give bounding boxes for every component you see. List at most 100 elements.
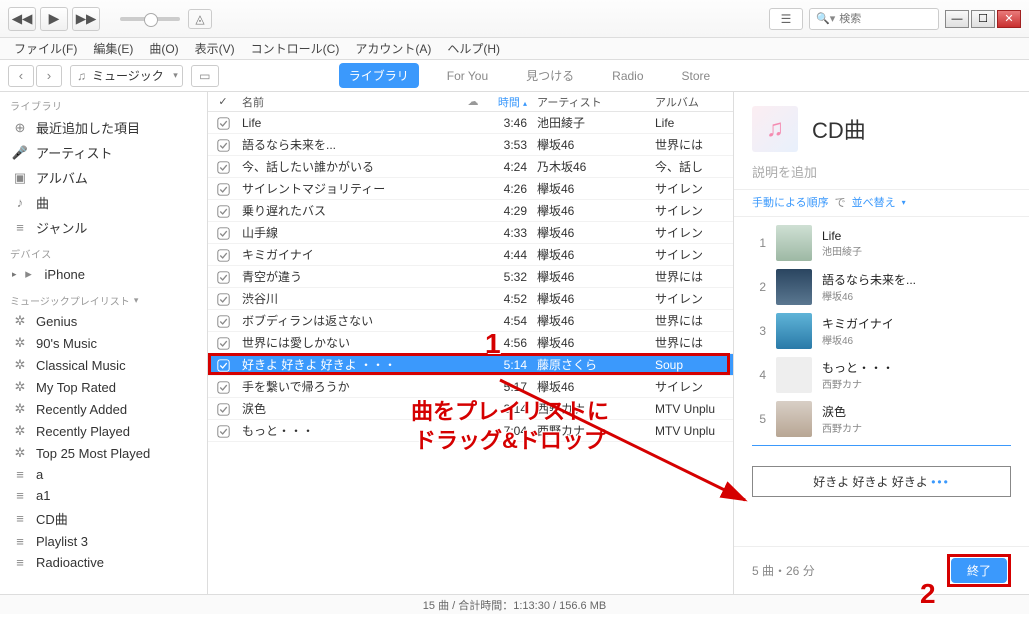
row-check-icon[interactable] bbox=[208, 225, 238, 239]
table-row[interactable]: 語るなら未来を...3:53欅坂46世界には bbox=[208, 134, 733, 156]
playlist-title[interactable]: CD曲 bbox=[812, 113, 866, 145]
album-thumb bbox=[776, 269, 812, 305]
table-row[interactable]: 乗り遅れたバス4:29欅坂46サイレン bbox=[208, 200, 733, 222]
sidebar-item[interactable]: ≡ジャンル bbox=[0, 215, 207, 240]
playlist-row[interactable]: 3キミガイナイ欅坂46 bbox=[734, 309, 1029, 353]
sidebar-item[interactable]: ✲My Top Rated bbox=[0, 376, 207, 398]
close-button[interactable]: ✕ bbox=[997, 10, 1021, 28]
table-row[interactable]: 手を繋いで帰ろうか5:17欅坂46サイレン bbox=[208, 376, 733, 398]
table-row[interactable]: キミガイナイ4:44欅坂46サイレン bbox=[208, 244, 733, 266]
row-check-icon[interactable] bbox=[208, 335, 238, 349]
playlist-row[interactable]: 5涙色西野カナ bbox=[734, 397, 1029, 441]
tab-radio[interactable]: Radio bbox=[602, 65, 653, 87]
playlist-sort[interactable]: 手動による順序 で 並べ替え ▾ bbox=[734, 189, 1029, 217]
device-button[interactable]: ▭ bbox=[191, 65, 219, 87]
back-button[interactable]: ‹ bbox=[8, 65, 34, 87]
sidebar-item[interactable]: ✲Classical Music bbox=[0, 354, 207, 376]
menu-item[interactable]: ヘルプ(H) bbox=[441, 38, 506, 59]
tab-browse[interactable]: 見つける bbox=[516, 63, 584, 88]
table-row[interactable]: 涙色3:14西野カナMTV Unplu bbox=[208, 398, 733, 420]
play-button[interactable]: ▶ bbox=[40, 7, 68, 31]
sidebar-item[interactable]: ▸▸iPhone bbox=[0, 263, 207, 285]
table-row[interactable]: サイレントマジョリティー4:26欅坂46サイレン bbox=[208, 178, 733, 200]
table-row[interactable]: Life3:46池田綾子Life bbox=[208, 112, 733, 134]
row-check-icon[interactable] bbox=[208, 137, 238, 151]
menu-item[interactable]: アカウント(A) bbox=[349, 38, 437, 59]
playlist-art-icon: ♫ bbox=[752, 106, 798, 152]
sidebar-item[interactable]: ♪曲 bbox=[0, 190, 207, 215]
sidebar-item[interactable]: 🎤アーティスト bbox=[0, 140, 207, 165]
table-row[interactable]: 青空が違う5:32欅坂46世界には bbox=[208, 266, 733, 288]
sidebar-item[interactable]: ≡Radioactive bbox=[0, 552, 207, 573]
sidebar-item[interactable]: ≡Playlist 3 bbox=[0, 531, 207, 552]
more-icon[interactable]: ••• bbox=[931, 475, 950, 489]
col-album[interactable]: アルバム bbox=[655, 94, 733, 110]
row-check-icon[interactable] bbox=[208, 159, 238, 173]
row-check-icon[interactable] bbox=[208, 269, 238, 283]
sidebar-icon: ✲ bbox=[12, 357, 28, 373]
tab-library[interactable]: ライブラリ bbox=[339, 63, 419, 88]
next-button[interactable]: ▶▶ bbox=[72, 7, 100, 31]
col-artist[interactable]: アーティスト bbox=[537, 94, 655, 110]
row-check-icon[interactable] bbox=[208, 115, 238, 129]
row-check-icon[interactable] bbox=[208, 423, 238, 437]
col-name[interactable]: 名前 bbox=[238, 94, 459, 110]
menu-item[interactable]: コントロール(C) bbox=[245, 38, 346, 59]
table-row[interactable]: 今、話したい誰かがいる4:24乃木坂46今、話し bbox=[208, 156, 733, 178]
table-row[interactable]: 世界には愛しかない4:56欅坂46世界には bbox=[208, 332, 733, 354]
search-input[interactable]: 🔍▾ bbox=[809, 8, 939, 30]
menu-item[interactable]: 表示(V) bbox=[189, 38, 241, 59]
row-check-icon[interactable] bbox=[208, 291, 238, 305]
sidebar-item[interactable]: ≡a bbox=[0, 464, 207, 485]
tab-store[interactable]: Store bbox=[672, 65, 721, 87]
table-row[interactable]: 渋谷川4:52欅坂46サイレン bbox=[208, 288, 733, 310]
minimize-button[interactable]: — bbox=[945, 10, 969, 28]
sidebar-item[interactable]: ⊕最近追加した項目 bbox=[0, 115, 207, 140]
table-row[interactable]: ボブディランは返さない4:54欅坂46世界には bbox=[208, 310, 733, 332]
tab-foryou[interactable]: For You bbox=[437, 65, 498, 87]
done-button[interactable]: 終了 bbox=[951, 558, 1007, 583]
table-row[interactable]: もっと・・・7:04西野カナMTV Unplu bbox=[208, 420, 733, 442]
menu-item[interactable]: ファイル(F) bbox=[8, 38, 83, 59]
playlist-row[interactable]: 1Life池田綾子 bbox=[734, 221, 1029, 265]
sidebar-item[interactable]: ✲Top 25 Most Played bbox=[0, 442, 207, 464]
sidebar: ライブラリ ⊕最近追加した項目🎤アーティスト▣アルバム♪曲≡ジャンル デバイス … bbox=[0, 92, 208, 594]
row-check-icon[interactable] bbox=[208, 247, 238, 261]
col-time[interactable]: 時間 ▴ bbox=[487, 94, 537, 110]
row-check-icon[interactable] bbox=[208, 357, 238, 371]
drop-target[interactable]: 好きよ 好きよ 好きよ ••• bbox=[752, 466, 1011, 497]
row-check-icon[interactable] bbox=[208, 401, 238, 415]
sidebar-item[interactable]: ✲Genius bbox=[0, 310, 207, 332]
airplay-button[interactable]: ◬ bbox=[188, 9, 212, 29]
playlist-description-input[interactable]: 説明を追加 bbox=[734, 162, 1029, 189]
sidebar-item[interactable]: ✲Recently Added bbox=[0, 398, 207, 420]
table-row[interactable]: 好きよ 好きよ 好きよ ・・・5:14藤原さくらSoup bbox=[208, 354, 733, 376]
col-check[interactable]: ✓ bbox=[208, 95, 238, 108]
sidebar-heading-devices: デバイス bbox=[0, 240, 207, 263]
list-view-button[interactable]: ☰ bbox=[769, 8, 803, 30]
media-type-dropdown[interactable]: ♫ ミュージック bbox=[70, 65, 183, 87]
sidebar-heading-playlists[interactable]: ミュージックプレイリスト▾ bbox=[0, 285, 207, 310]
row-check-icon[interactable] bbox=[208, 313, 238, 327]
row-check-icon[interactable] bbox=[208, 379, 238, 393]
prev-button[interactable]: ◀◀ bbox=[8, 7, 36, 31]
playlist-row[interactable]: 4もっと・・・西野カナ bbox=[734, 353, 1029, 397]
row-check-icon[interactable] bbox=[208, 203, 238, 217]
sidebar-item[interactable]: ✲Recently Played bbox=[0, 420, 207, 442]
maximize-button[interactable]: ☐ bbox=[971, 10, 995, 28]
volume-slider[interactable] bbox=[120, 17, 180, 21]
sidebar-item[interactable]: ✲90's Music bbox=[0, 332, 207, 354]
row-check-icon[interactable] bbox=[208, 181, 238, 195]
playlist-row[interactable]: 2語るなら未来を...欅坂46 bbox=[734, 265, 1029, 309]
menubar: ファイル(F)編集(E)曲(O)表示(V)コントロール(C)アカウント(A)ヘル… bbox=[0, 38, 1029, 60]
sidebar-icon: ♪ bbox=[12, 195, 28, 210]
sidebar-icon: ✲ bbox=[12, 401, 28, 417]
sidebar-item[interactable]: ≡CD曲 bbox=[0, 506, 207, 531]
forward-button[interactable]: › bbox=[36, 65, 62, 87]
menu-item[interactable]: 曲(O) bbox=[143, 38, 184, 59]
sidebar-item[interactable]: ≡a1 bbox=[0, 485, 207, 506]
menu-item[interactable]: 編集(E) bbox=[87, 38, 139, 59]
table-row[interactable]: 山手線4:33欅坂46サイレン bbox=[208, 222, 733, 244]
sidebar-item[interactable]: ▣アルバム bbox=[0, 165, 207, 190]
col-cloud-icon[interactable]: ☁ bbox=[459, 95, 487, 108]
